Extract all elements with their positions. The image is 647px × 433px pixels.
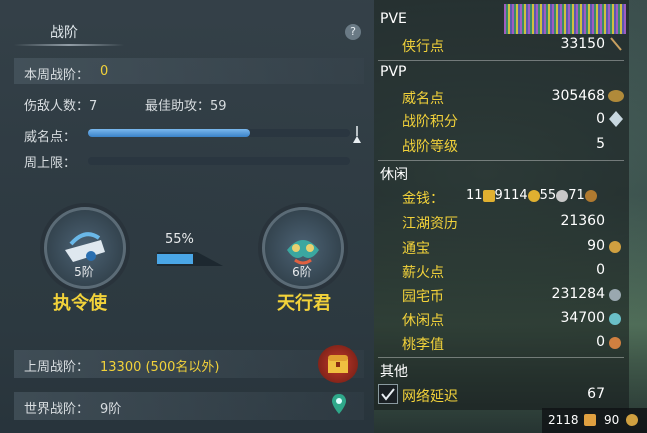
money-gold-a: 11	[466, 188, 483, 203]
weekly-rank-value: 0	[100, 64, 109, 79]
weekly-rank-label: 本周战阶：	[24, 68, 90, 83]
sword-icon	[610, 37, 622, 51]
last-week-value: 13300 (500名以外)	[100, 360, 220, 375]
leisure-item-value: 0	[596, 262, 605, 278]
section-divider	[378, 60, 624, 61]
weekly-rank-row: 本周战阶： 0	[14, 58, 364, 84]
weekly-cap-bar	[88, 157, 350, 165]
boot-icon	[584, 414, 596, 426]
title-underline	[14, 44, 124, 46]
reputation-bar-fill	[88, 129, 251, 137]
weekly-cap-label: 周上限：	[24, 156, 77, 171]
coin-icon	[626, 414, 638, 426]
world-rank-value: 9阶	[100, 402, 122, 417]
pvp-item-label: 战阶积分	[402, 114, 458, 130]
money-gold-b: 9114	[494, 188, 528, 203]
bar-end-marker-icon	[352, 126, 362, 144]
injured-label: 伤敌人数：	[24, 99, 90, 114]
glitch-strip-decoration	[504, 4, 626, 34]
next-tier-level: 6阶	[292, 265, 312, 279]
bottom-value-b: 90	[604, 413, 620, 427]
bottom-value-a: 2118	[548, 413, 579, 427]
gold-ingot-icon	[482, 189, 495, 202]
money-label: 金钱：	[402, 191, 444, 207]
money-copper: 71	[568, 188, 585, 203]
best-assist-value: 59	[210, 99, 227, 114]
other-section-title: 其他	[380, 364, 408, 380]
injured-stat: 伤敌人数：7	[24, 95, 97, 114]
pve-item-label: 侠行点	[402, 39, 444, 55]
network-checkbox[interactable]	[378, 384, 398, 404]
crystal-icon	[609, 111, 623, 127]
progress-percent: 55%	[165, 232, 194, 247]
leisure-item-value: 21360	[560, 213, 605, 229]
section-divider	[378, 160, 624, 161]
house-coin-icon	[609, 289, 621, 301]
world-rank-row: 世界战阶： 9阶	[14, 392, 364, 420]
gold-coin-icon	[527, 189, 540, 202]
leisure-item-label: 园宅币	[402, 289, 444, 305]
pve-section-title: PVE	[380, 11, 407, 27]
progress-indicator	[157, 252, 223, 266]
pvp-item-label: 威名点	[402, 91, 444, 107]
panel-title: 战阶	[50, 25, 78, 41]
copper-coin-icon	[584, 189, 597, 202]
leisure-item-value: 0	[596, 334, 605, 350]
leisure-item-label: 江湖资历	[402, 216, 458, 232]
treasure-chest-icon	[328, 355, 348, 373]
current-tier-level: 5阶	[74, 265, 94, 279]
money-value: 11 9114 55 71	[466, 188, 597, 203]
next-tier-name: 天行君	[277, 293, 331, 314]
reward-chest-button[interactable]	[318, 345, 358, 383]
last-week-label: 上周战阶：	[24, 360, 90, 375]
currency-stats-panel: PVE 侠行点 33150 PVP 威名点 305468 战阶积分 0 战阶等级…	[374, 0, 629, 410]
leisure-item-label: 薪火点	[402, 265, 444, 281]
reputation-label: 威名点：	[24, 130, 77, 145]
leaf-icon	[609, 313, 621, 325]
best-assist-label: 最佳助攻：	[145, 99, 211, 114]
injured-value: 7	[89, 99, 98, 114]
peach-icon	[609, 337, 621, 349]
pvp-section-title: PVP	[380, 64, 407, 80]
leisure-item-label: 通宝	[402, 241, 430, 257]
leisure-item-value: 34700	[560, 310, 605, 326]
leisure-item-label: 桃李值	[402, 337, 444, 353]
leisure-item-value: 231284	[551, 286, 605, 302]
pvp-item-value: 5	[596, 136, 605, 152]
world-rank-label: 世界战阶：	[24, 402, 90, 417]
checkmark-icon	[381, 388, 395, 401]
tongbao-coin-icon	[609, 241, 621, 253]
leisure-item-value: 90	[587, 238, 605, 254]
reputation-bar	[88, 129, 350, 137]
best-assist-stat: 最佳助攻：59	[145, 95, 227, 114]
mask-icon	[608, 90, 624, 102]
pvp-item-label: 战阶等级	[402, 139, 458, 155]
game-scene-background: 战阶 ? 本周战阶： 0 伤敌人数：7 最佳助攻：59 威名点： 周上限： 5阶…	[0, 0, 647, 433]
bottom-currency-bar: 2118 90	[542, 408, 647, 433]
pvp-item-value: 305468	[551, 88, 605, 104]
pve-item-value: 33150	[560, 36, 605, 52]
help-button[interactable]: ?	[345, 24, 361, 40]
current-tier-name: 执令使	[53, 293, 107, 314]
leisure-section-title: 休闲	[380, 167, 408, 183]
last-week-rank-row: 上周战阶： 13300 (500名以外)	[14, 350, 364, 378]
leisure-item-label: 休闲点	[402, 313, 444, 329]
money-silver: 55	[539, 188, 557, 203]
pvp-item-value: 0	[596, 111, 605, 127]
network-latency-label: 网络延迟	[402, 389, 458, 405]
section-divider	[378, 357, 624, 358]
network-latency-value: 67	[587, 386, 605, 402]
location-pin-icon[interactable]	[332, 394, 346, 414]
silver-coin-icon	[556, 189, 569, 202]
rank-panel: 战阶 ? 本周战阶： 0 伤敌人数：7 最佳助攻：59 威名点： 周上限： 5阶…	[0, 0, 374, 433]
